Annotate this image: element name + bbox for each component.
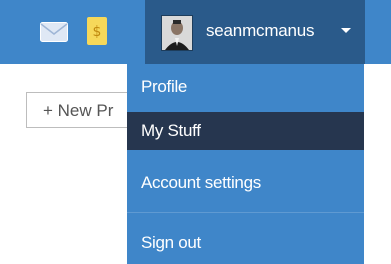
menu-item-label: Account settings [141, 173, 261, 192]
menu-item-label: My Stuff [141, 121, 201, 140]
username-label: seanmcmanus [206, 21, 315, 40]
avatar-icon [161, 15, 193, 51]
svg-text:$: $ [93, 24, 102, 40]
money-icon[interactable]: $ [87, 17, 107, 45]
top-navigation-bar: $ seanmcmanus [0, 0, 391, 64]
mail-icon[interactable] [40, 22, 68, 42]
user-dropdown-menu: Profile My Stuff Account settings Sign o… [127, 64, 364, 264]
menu-item-my-stuff[interactable]: My Stuff [127, 112, 364, 150]
menu-item-sign-out[interactable]: Sign out [127, 224, 364, 262]
caret-down-icon [341, 28, 351, 33]
user-menu-toggle[interactable]: seanmcmanus [145, 0, 365, 64]
menu-item-label: Profile [141, 77, 188, 96]
menu-divider [127, 212, 364, 213]
menu-item-label: Sign out [141, 233, 201, 252]
menu-item-profile[interactable]: Profile [127, 68, 364, 106]
menu-item-account-settings[interactable]: Account settings [127, 164, 364, 202]
